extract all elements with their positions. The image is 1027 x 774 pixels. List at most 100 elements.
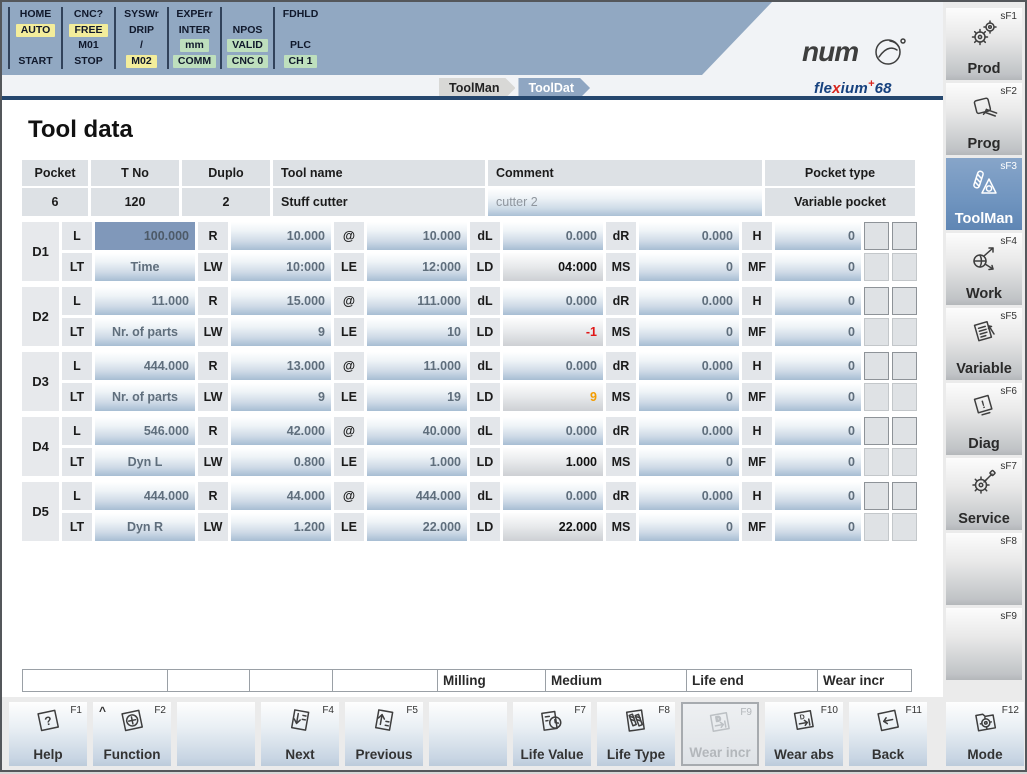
sidebar-item-toolman[interactable]: sF3 ToolMan <box>946 158 1022 230</box>
cell-value[interactable]: 0.000 <box>639 352 739 380</box>
cell-value[interactable]: Dyn L <box>95 448 195 476</box>
cell-value[interactable]: Time <box>95 253 195 281</box>
cell-value[interactable]: 10 <box>367 318 467 346</box>
cell-value[interactable]: 0.000 <box>639 222 739 250</box>
cell-value[interactable]: 0 <box>639 318 739 346</box>
sidebar-item-work[interactable]: sF4 Work <box>946 233 1022 305</box>
cell-value[interactable]: 444.000 <box>367 482 467 510</box>
cell-value[interactable]: 0.000 <box>503 417 603 445</box>
cell-label: MS <box>606 318 636 346</box>
cell-value[interactable]: 1.200 <box>231 513 331 541</box>
header-cell-comment: Comment <box>488 160 762 186</box>
cell-value[interactable]: Nr. of parts <box>95 383 195 411</box>
cell-value[interactable]: 10.000 <box>231 222 331 250</box>
cell-value[interactable]: 9 <box>231 383 331 411</box>
cell-value-life-negative[interactable]: -1 <box>503 318 603 346</box>
application-window: HOME AUTO START CNC? FREE M01 STOP SYSWr… <box>2 2 1025 770</box>
status-cell: NPOS <box>222 23 273 39</box>
cell-value-selected[interactable]: 100.000 <box>95 222 195 250</box>
flag-cell <box>892 253 917 281</box>
drill-tool-icon <box>946 166 1022 202</box>
sidebar-item-label: Diag <box>946 436 1022 452</box>
cell-value[interactable]: 0.000 <box>503 222 603 250</box>
cell-value[interactable]: 0.000 <box>503 352 603 380</box>
sidebar-item-diag[interactable]: sF6 ! Diag <box>946 383 1022 455</box>
gears-icon <box>946 16 1022 52</box>
cell-value[interactable]: 44.000 <box>231 482 331 510</box>
cell-value[interactable]: 546.000 <box>95 417 195 445</box>
duplo-value: 2 <box>182 188 270 216</box>
breadcrumb-toolman[interactable]: ToolMan <box>439 78 515 98</box>
help-button[interactable]: F1 ? Help <box>9 702 87 766</box>
cell-value[interactable]: 0.000 <box>503 287 603 315</box>
cell-value[interactable]: 444.000 <box>95 482 195 510</box>
cell-value[interactable]: 0.000 <box>639 417 739 445</box>
cell-value[interactable]: 0 <box>775 352 861 380</box>
cell-value[interactable]: 40.000 <box>367 417 467 445</box>
cell-value[interactable]: 0 <box>775 482 861 510</box>
cell-value[interactable]: 0 <box>775 318 861 346</box>
breadcrumb-tooldat[interactable]: ToolDat <box>518 78 590 98</box>
cell-value[interactable]: 15.000 <box>231 287 331 315</box>
wear-arrow-icon: D <box>683 710 757 740</box>
cell-value-life[interactable]: 1.000 <box>503 448 603 476</box>
function-button[interactable]: ^ F2 Function <box>93 702 171 766</box>
cell-value[interactable]: 0.800 <box>231 448 331 476</box>
sidebar-item-prog[interactable]: sF2 Prog <box>946 83 1022 155</box>
sidebar-item-prod[interactable]: sF1 Prod <box>946 8 1022 80</box>
mode-button[interactable]: F12 Mode <box>946 702 1024 766</box>
cell-value-life[interactable]: 22.000 <box>503 513 603 541</box>
cell-value[interactable]: 12:000 <box>367 253 467 281</box>
cell-value[interactable]: 0 <box>775 513 861 541</box>
cell-value[interactable]: 10:000 <box>231 253 331 281</box>
status-column: SYSWr DRIP / M02 <box>114 7 167 69</box>
status-cell: SYSWr <box>116 7 167 23</box>
wear-arrow-icon: D <box>765 708 843 738</box>
previous-button[interactable]: F5 Previous <box>345 702 423 766</box>
cell-value[interactable]: 11.000 <box>95 287 195 315</box>
cell-value[interactable]: 0 <box>775 383 861 411</box>
cell-value[interactable]: 0 <box>775 448 861 476</box>
cell-value[interactable]: 0 <box>775 417 861 445</box>
cell-value[interactable]: 0 <box>639 383 739 411</box>
cell-label: dL <box>470 417 500 445</box>
cell-value[interactable]: 1.000 <box>367 448 467 476</box>
sidebar-item-service[interactable]: sF7 Service <box>946 458 1022 530</box>
cell-value[interactable]: 11.000 <box>367 352 467 380</box>
cell-value[interactable]: 0 <box>639 513 739 541</box>
folder-gear-icon <box>946 708 1024 738</box>
cell-value[interactable]: 0 <box>775 253 861 281</box>
wear-abs-button[interactable]: F10 D Wear abs <box>765 702 843 766</box>
cell-value[interactable]: 22.000 <box>367 513 467 541</box>
cell-value[interactable]: 19 <box>367 383 467 411</box>
cell-value[interactable]: 10.000 <box>367 222 467 250</box>
cell-value[interactable]: 0.000 <box>639 482 739 510</box>
fkey-label: Mode <box>946 747 1024 762</box>
cell-value-life[interactable]: 04:000 <box>503 253 603 281</box>
cell-value[interactable]: 0.000 <box>503 482 603 510</box>
cell-value[interactable]: 0 <box>639 448 739 476</box>
tno-value: 120 <box>91 188 179 216</box>
cell-label: R <box>198 222 228 250</box>
cell-value[interactable]: 0.000 <box>639 287 739 315</box>
cell-value[interactable]: 444.000 <box>95 352 195 380</box>
cell-value[interactable]: 111.000 <box>367 287 467 315</box>
cell-value[interactable]: 0 <box>775 287 861 315</box>
cell-value[interactable]: 13.000 <box>231 352 331 380</box>
cell-label: MF <box>742 448 772 476</box>
back-button[interactable]: F11 Back <box>849 702 927 766</box>
cell-value[interactable]: 0 <box>639 253 739 281</box>
cell-value[interactable]: 42.000 <box>231 417 331 445</box>
life-type-button[interactable]: F8 Life Type <box>597 702 675 766</box>
cell-value[interactable]: 0 <box>775 222 861 250</box>
cell-value[interactable]: 9 <box>231 318 331 346</box>
flag-cell <box>892 287 917 315</box>
comment-input[interactable]: cutter 2 <box>488 188 762 216</box>
cell-value[interactable]: Nr. of parts <box>95 318 195 346</box>
cell-value[interactable]: Dyn R <box>95 513 195 541</box>
cell-value-life-warning[interactable]: 9 <box>503 383 603 411</box>
life-value-button[interactable]: F7 Life Value <box>513 702 591 766</box>
cell-label: @ <box>334 287 364 315</box>
next-button[interactable]: F4 Next <box>261 702 339 766</box>
sidebar-item-variable[interactable]: sF5 Variable <box>946 308 1022 380</box>
